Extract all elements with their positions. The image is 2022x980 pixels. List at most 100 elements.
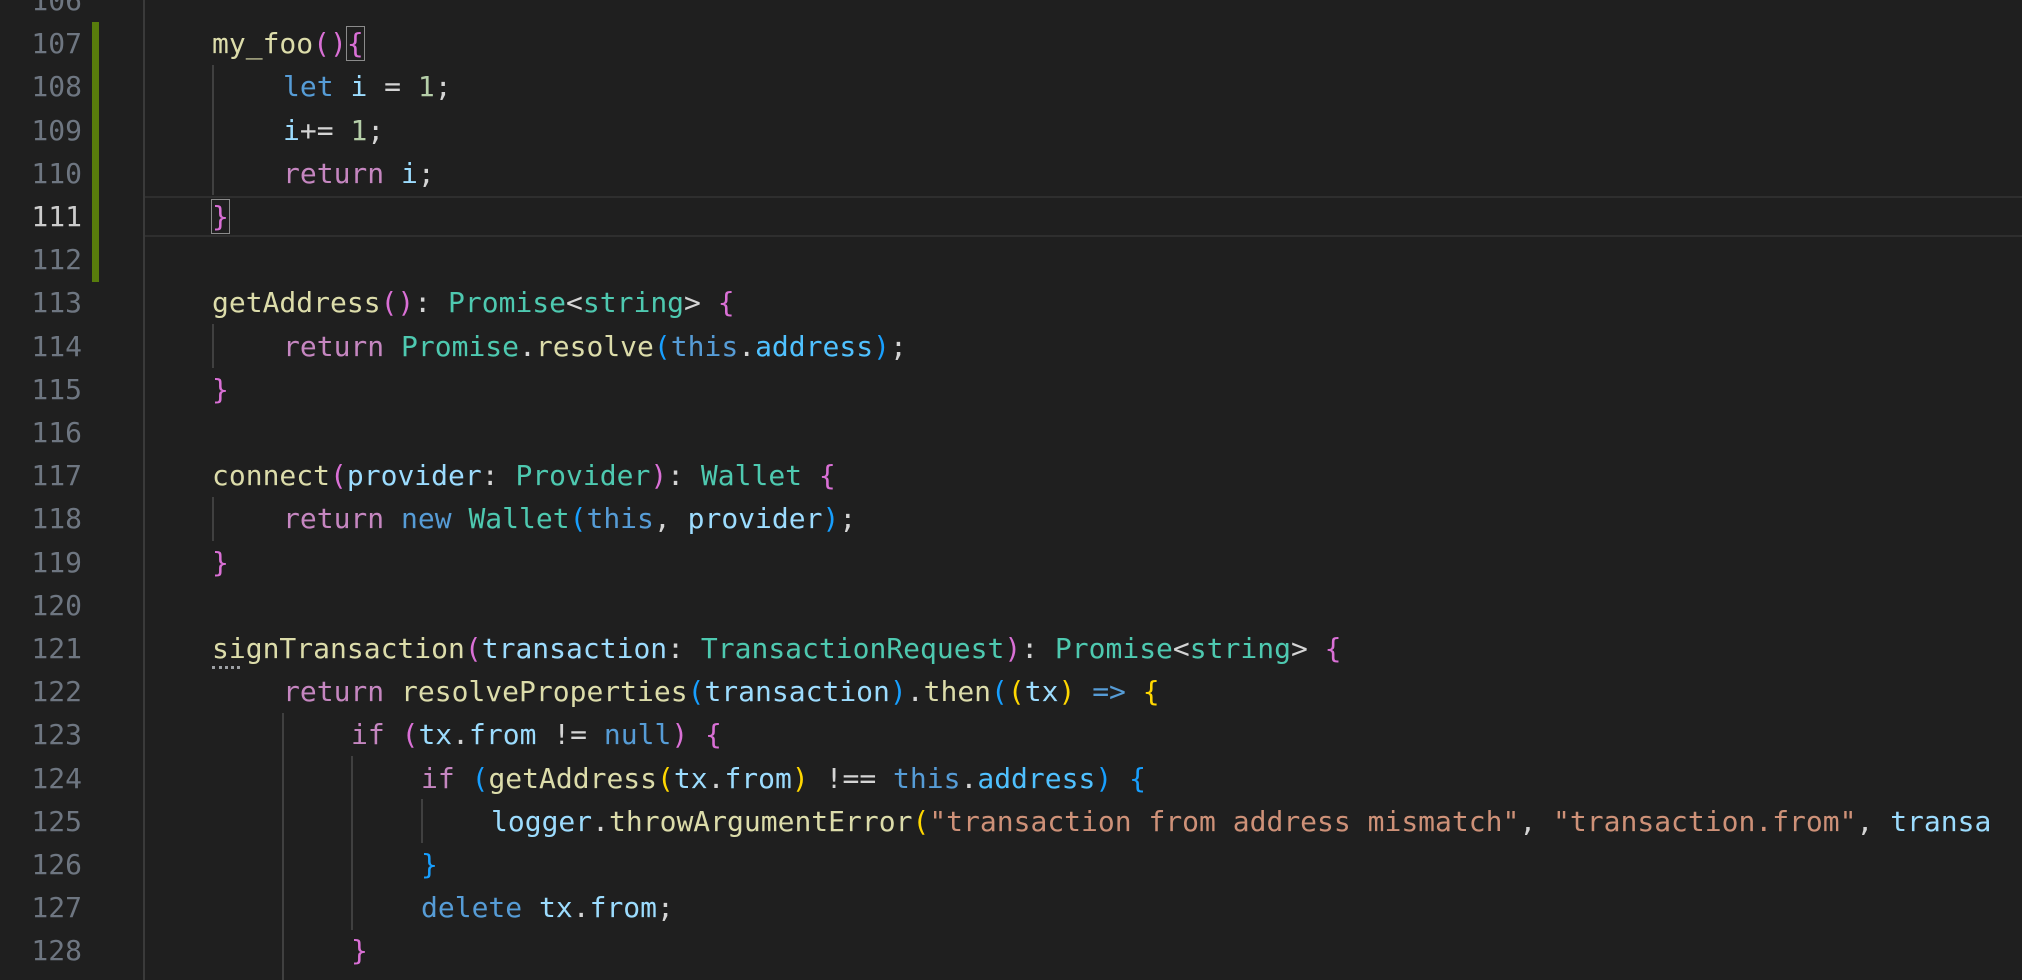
punctuation: . [707, 761, 725, 795]
type: Wallet [468, 502, 570, 536]
punctuation: : [667, 632, 701, 665]
property: address [977, 761, 1096, 795]
paren: ( [330, 459, 347, 493]
function-name: signTransaction [212, 632, 465, 665]
punctuation: . [452, 718, 470, 752]
brace: { [818, 459, 836, 493]
punctuation: < [566, 286, 583, 320]
indent-guide [421, 799, 423, 843]
variable: tx [673, 761, 708, 795]
type: string [582, 286, 685, 320]
code-line-107: my_foo(){ [212, 22, 365, 65]
function-name: resolveProperties [401, 675, 688, 709]
paren: () [380, 286, 415, 320]
keyword: delete [421, 891, 523, 925]
punctuation: , [1519, 804, 1554, 838]
paren: ) [650, 459, 668, 493]
keyword: return [283, 675, 385, 709]
string: "transaction.from" [1553, 804, 1857, 838]
paren: ( [991, 675, 1008, 709]
brace: { [717, 286, 735, 320]
function-name: my_foo [212, 27, 314, 61]
code-line-111: } [211, 195, 230, 238]
paren: ( [912, 804, 930, 838]
code-area[interactable]: my_foo(){ let i = 1; i+= 1; return i; } … [0, 0, 2022, 980]
punctuation: : [414, 286, 449, 320]
function-name: throwArgumentError [609, 804, 913, 838]
indent-guide [351, 756, 353, 930]
brace: } [351, 934, 368, 968]
number: 1 [417, 70, 435, 104]
operator: != [536, 718, 604, 752]
punctuation: > [1290, 632, 1325, 665]
keyword: return [283, 329, 385, 363]
paren: ) [873, 329, 890, 363]
brace: } [212, 372, 229, 406]
brace: } [421, 848, 438, 881]
function-name: connect [212, 459, 331, 493]
punctuation: . [906, 675, 924, 709]
code-line-121: signTransaction(transaction: Transaction… [212, 627, 1342, 670]
paren: ( [653, 329, 671, 363]
punctuation: ; [434, 70, 452, 104]
code-line-113: getAddress(): Promise<string> { [212, 281, 735, 324]
keyword: this [670, 329, 739, 363]
keyword: new [401, 502, 452, 536]
paren: ) [1095, 761, 1113, 795]
punctuation: . [592, 804, 610, 838]
keyword: if [351, 718, 385, 752]
hint-squiggle[interactable] [212, 662, 240, 669]
paren: ( [687, 675, 705, 709]
punctuation: ; [657, 891, 674, 925]
function-name: getAddress [212, 286, 381, 320]
property: from [469, 718, 537, 752]
parameter: transaction [481, 632, 668, 665]
punctuation: . [738, 329, 756, 363]
punctuation: < [1172, 632, 1190, 665]
code-line-122: return resolveProperties(transaction).th… [283, 670, 1160, 713]
operator: !== [808, 761, 894, 795]
paren: ( [569, 502, 587, 536]
parameter: tx [1024, 675, 1059, 709]
variable: i [283, 113, 300, 147]
code-line-108: let i = 1; [283, 65, 452, 108]
code-line-115: } [212, 368, 229, 411]
paren: ( [471, 761, 489, 795]
property: from [724, 761, 792, 795]
variable: tx [539, 891, 573, 925]
keyword: return [283, 502, 385, 536]
paren: ( [1007, 675, 1025, 709]
paren: ) [1058, 675, 1076, 709]
paren: ( [657, 761, 674, 795]
brace: { [1142, 675, 1160, 709]
variable: i [401, 156, 418, 190]
variable: i [350, 70, 368, 104]
function-name: resolve [535, 329, 654, 363]
code-line-126: } [421, 843, 438, 886]
keyword: this [893, 761, 961, 795]
number: 1 [350, 113, 368, 147]
type: Promise [1054, 632, 1173, 665]
paren: ) [791, 761, 809, 795]
code-line-128: } [351, 929, 368, 972]
type: Promise [401, 329, 520, 363]
current-line-highlight [145, 196, 2022, 237]
code-line-117: connect(provider: Provider): Wallet { [212, 454, 836, 497]
indent-guide [212, 497, 214, 541]
paren: ) [889, 675, 907, 709]
code-line-119: } [212, 541, 229, 584]
code-line-124: if (getAddress(tx.from) !== this.address… [421, 757, 1146, 800]
paren: ) [671, 718, 689, 752]
code-editor[interactable]: 106 107 108 109 110 111 112 113 114 115 … [0, 0, 2022, 980]
type: Wallet [700, 459, 803, 493]
operator: += [299, 113, 351, 147]
punctuation: ; [367, 113, 385, 147]
keyword: this [586, 502, 654, 536]
punctuation: . [519, 329, 536, 363]
variable: logger [491, 804, 593, 838]
indent-guide [212, 65, 214, 195]
type: TransactionRequest [700, 632, 1005, 665]
type: string [1189, 632, 1291, 665]
type: Promise [448, 286, 567, 320]
